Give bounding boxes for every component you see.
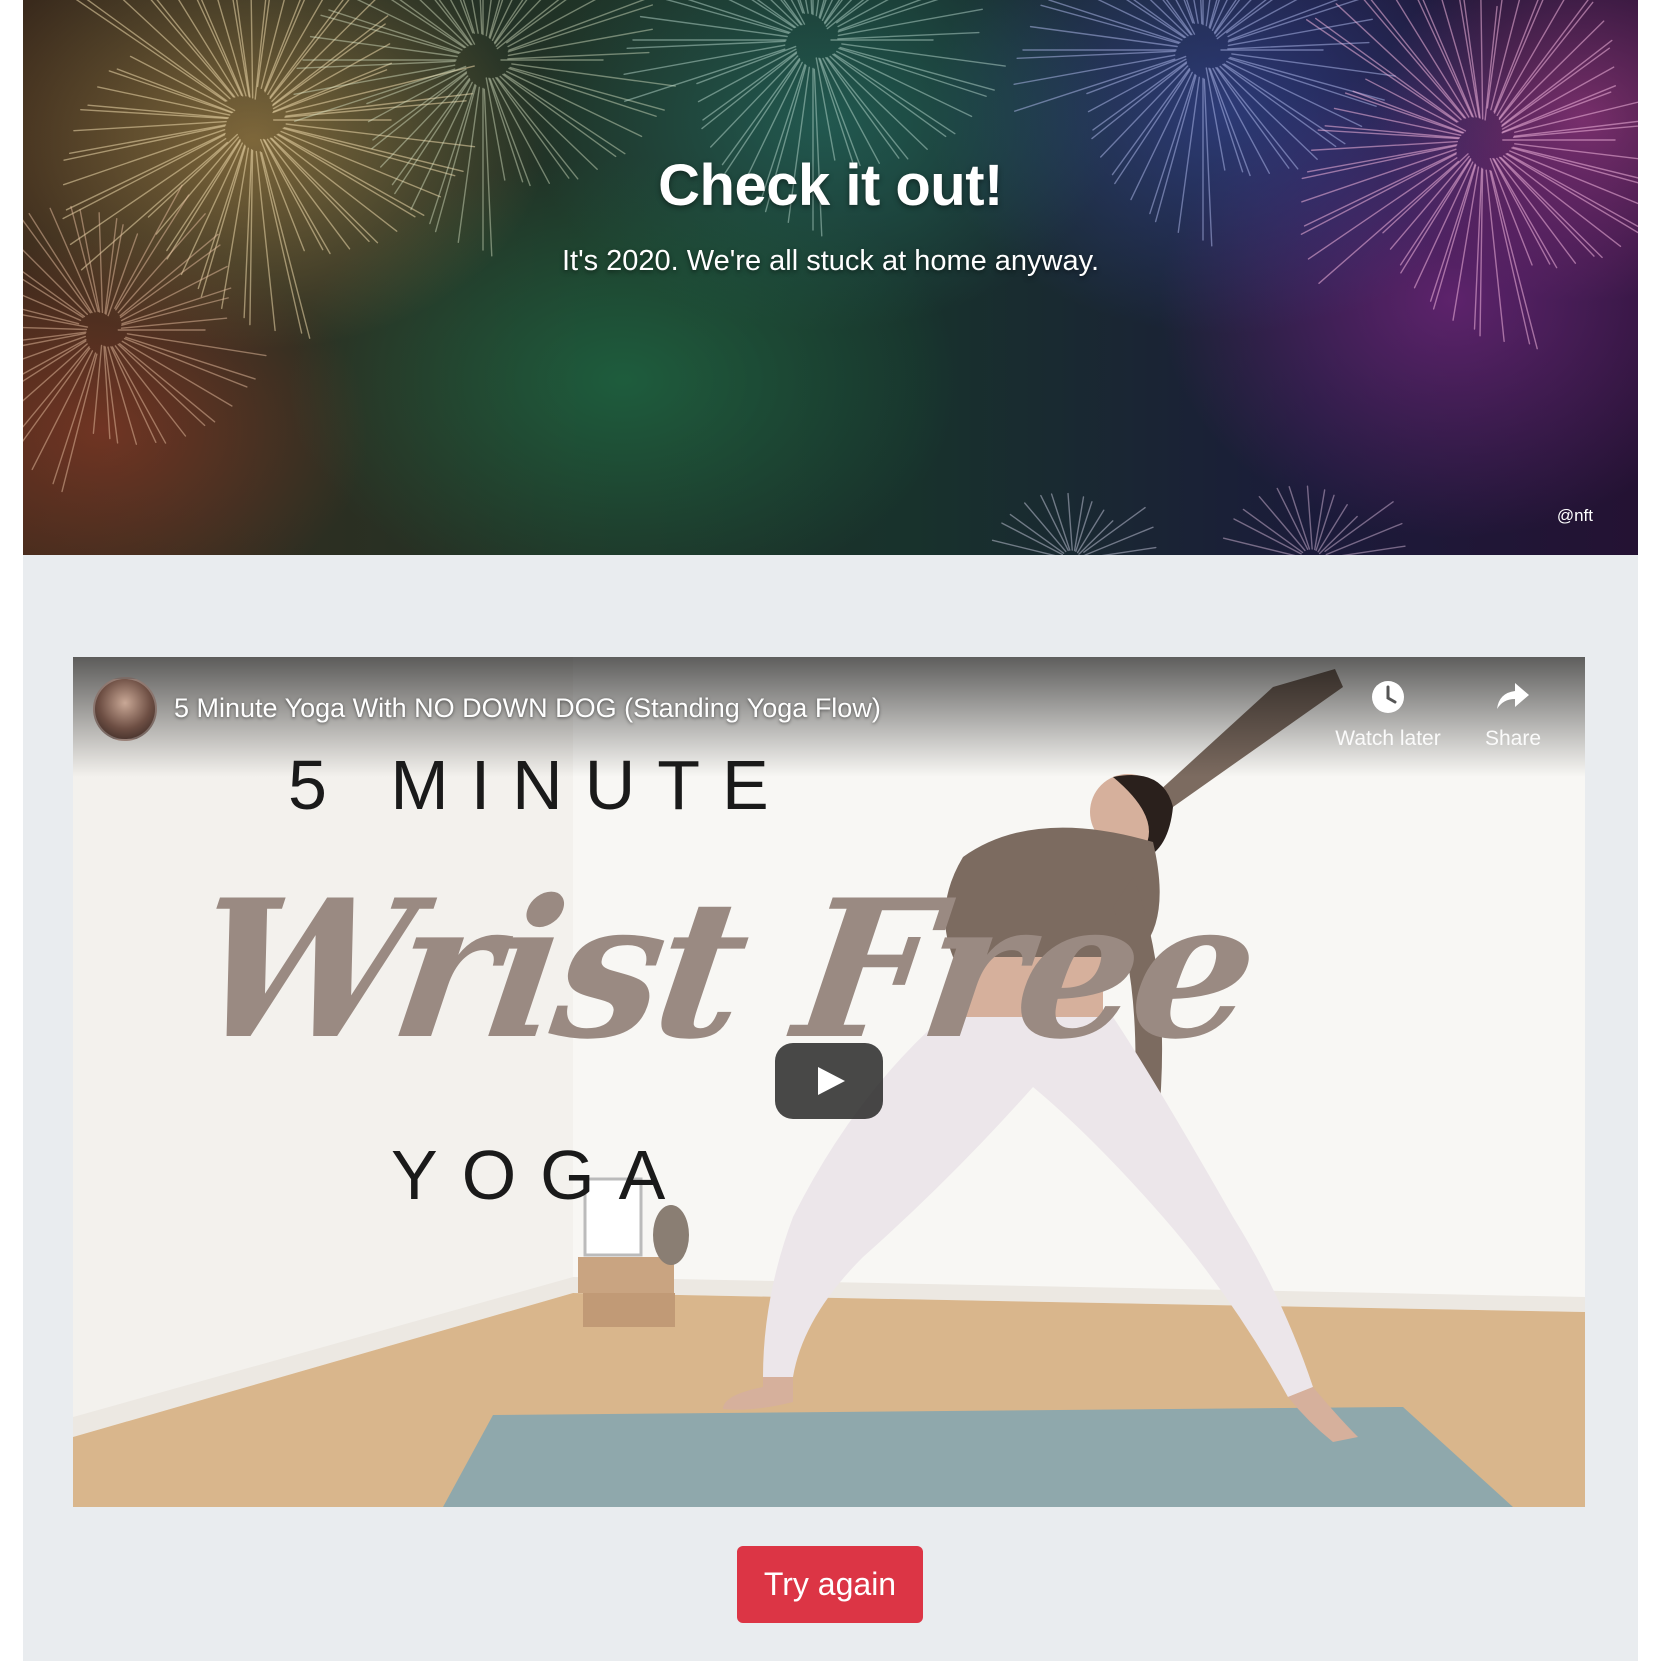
firework-streak xyxy=(61,353,98,493)
video-title[interactable]: 5 Minute Yoga With NO DOWN DOG (Standing… xyxy=(174,693,881,724)
share-button[interactable]: Share xyxy=(1468,677,1558,751)
firework-streak xyxy=(1067,492,1073,551)
firework-streak xyxy=(1500,20,1605,123)
watch-later-button[interactable]: Watch later xyxy=(1323,677,1453,751)
firework-streak xyxy=(1501,47,1611,127)
firework-streak xyxy=(837,31,980,40)
firework-streak xyxy=(367,68,467,123)
firework-streak xyxy=(1084,526,1154,555)
firework-streak xyxy=(75,0,227,102)
firework-streak xyxy=(1480,0,1484,120)
firework-streak xyxy=(1227,0,1360,43)
firework-streak xyxy=(107,346,138,445)
firework-streak xyxy=(1324,501,1394,552)
firework-streak xyxy=(822,57,881,164)
video-player[interactable]: 5 Minute Yoga With NO DOWN DOG (Standing… xyxy=(73,657,1585,1507)
firework-streak xyxy=(507,4,653,53)
firework-streak xyxy=(1083,506,1146,553)
firework-streak xyxy=(120,317,228,329)
firework-streak xyxy=(1306,485,1313,550)
share-arrow-icon xyxy=(1497,683,1529,709)
firework-streak xyxy=(296,60,456,70)
firework-streak xyxy=(1325,522,1403,555)
firework-streak xyxy=(1502,85,1617,133)
firework-streak xyxy=(23,331,87,341)
firework-streak xyxy=(1490,0,1521,111)
firework-streak xyxy=(284,100,467,118)
hero-subtitle: It's 2020. We're all stuck at home anywa… xyxy=(561,245,1100,277)
firework-streak xyxy=(399,0,467,49)
channel-avatar[interactable] xyxy=(93,677,157,741)
page-container: Check it out! It's 2020. We're all stuck… xyxy=(23,0,1638,1661)
thumbnail-text-5-minute: 5 MINUTE xyxy=(288,746,791,824)
firework-streak xyxy=(1341,545,1406,555)
firework-streak xyxy=(92,344,103,434)
firework-streak xyxy=(122,0,231,100)
firework-streak xyxy=(254,0,267,100)
firework-streak xyxy=(1016,50,1176,60)
firework-streak xyxy=(1493,0,1539,113)
firework-streak xyxy=(1242,508,1304,554)
firework-streak xyxy=(1514,101,1638,133)
firework-streak xyxy=(1484,5,1498,121)
firework-streak xyxy=(264,0,306,93)
firework-streak xyxy=(200,0,244,97)
play-icon xyxy=(818,1067,845,1095)
clock-icon xyxy=(1372,681,1404,713)
play-button[interactable] xyxy=(775,1043,883,1119)
firework-streak xyxy=(479,0,483,35)
firework-streak xyxy=(1395,0,1470,118)
firework-streak xyxy=(1486,0,1503,109)
firework-streak xyxy=(1087,58,1187,113)
firework-streak xyxy=(1459,0,1480,118)
firework-streak xyxy=(23,326,88,331)
firework-streak xyxy=(110,346,157,443)
firework-streak xyxy=(1314,17,1459,123)
firework-streak xyxy=(697,48,797,103)
firework-streak xyxy=(271,0,376,103)
firework-streak xyxy=(507,51,650,60)
firework-streak xyxy=(1013,58,1176,112)
firework-streak xyxy=(121,340,233,407)
firework-streak xyxy=(837,0,939,33)
firework-streak xyxy=(1076,509,1105,554)
firework-streak xyxy=(1024,502,1067,553)
photo-credit[interactable]: @nft xyxy=(1443,506,1593,526)
firework-streak xyxy=(836,0,870,24)
firework-streak xyxy=(623,48,786,102)
firework-streak xyxy=(117,343,206,427)
firework-streak xyxy=(1317,504,1348,553)
hero-banner: Check it out! It's 2020. We're all stuck… xyxy=(23,0,1638,555)
firework-streak xyxy=(665,0,790,34)
yoga-mat xyxy=(443,1407,1513,1507)
thumbnail-text-yoga: YOGA xyxy=(391,1136,690,1214)
firework-streak xyxy=(114,345,187,437)
firework-streak xyxy=(121,287,232,325)
firework-streak xyxy=(626,40,786,50)
firework-streak xyxy=(1335,3,1462,121)
firework-streak xyxy=(250,0,254,99)
share-label: Share xyxy=(1484,727,1542,750)
watch-later-label: Watch later xyxy=(1335,727,1441,750)
firework-streak xyxy=(756,0,797,29)
firework-streak xyxy=(52,352,97,485)
firework-streak xyxy=(260,0,285,89)
firework-streak xyxy=(471,0,479,34)
hero-title: Check it out! xyxy=(658,153,1003,218)
firework-streak xyxy=(1370,0,1467,119)
firework-streak xyxy=(1513,120,1638,137)
try-again-button[interactable]: Try again xyxy=(737,1546,923,1623)
firework-streak xyxy=(1258,495,1306,552)
